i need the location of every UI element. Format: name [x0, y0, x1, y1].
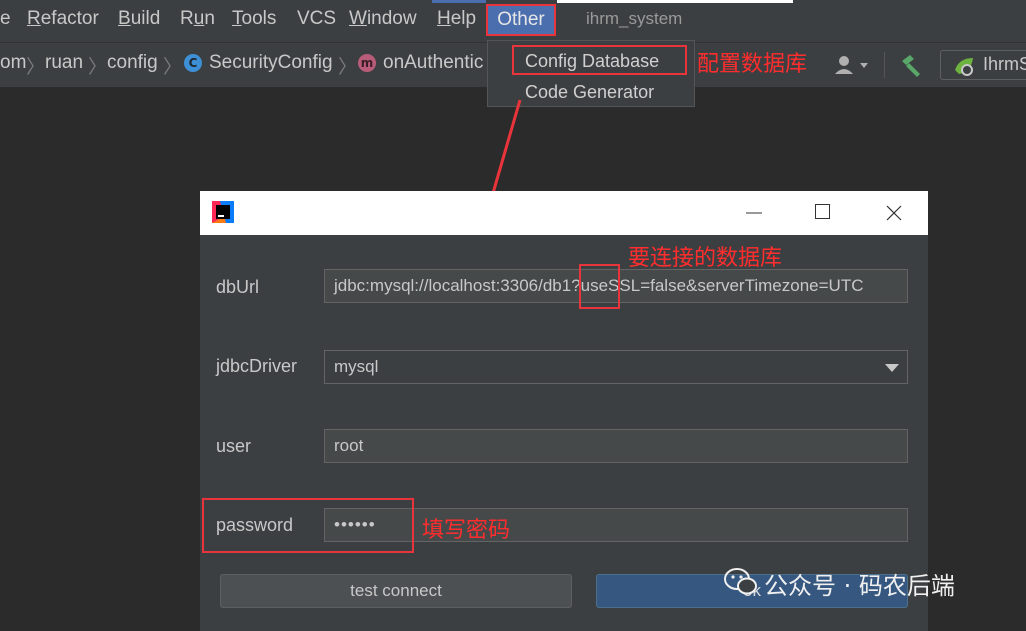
close-icon[interactable] — [884, 203, 904, 223]
wechat-icon — [724, 568, 757, 595]
maximize-icon[interactable] — [814, 203, 832, 221]
password-highlight-box — [202, 498, 414, 553]
config-database-dialog: dbUrl jdbc:mysql://localhost:3306/db1?us… — [200, 191, 928, 631]
jdbc-driver-label: jdbcDriver — [216, 356, 298, 376]
watermark-text: 公众号 · 码农后端 — [764, 572, 955, 600]
test-connect-button[interactable]: test connect — [220, 574, 572, 608]
intellij-logo-icon — [212, 201, 234, 223]
user-label: user — [216, 436, 252, 456]
dburl-label: dbUrl — [216, 277, 260, 297]
chevron-down-icon — [885, 364, 899, 372]
annotation-fill-password: 填写密码 — [422, 518, 511, 543]
minimize-icon[interactable] — [744, 205, 764, 221]
annotation-target-db: 要连接的数据库 — [628, 246, 783, 271]
jdbc-driver-value: mysql — [334, 357, 379, 376]
user-input[interactable]: root — [324, 429, 908, 463]
jdbc-driver-select[interactable]: mysql — [324, 350, 908, 384]
dialog-title-bar — [200, 191, 928, 235]
db-name-highlight-box — [579, 264, 620, 309]
